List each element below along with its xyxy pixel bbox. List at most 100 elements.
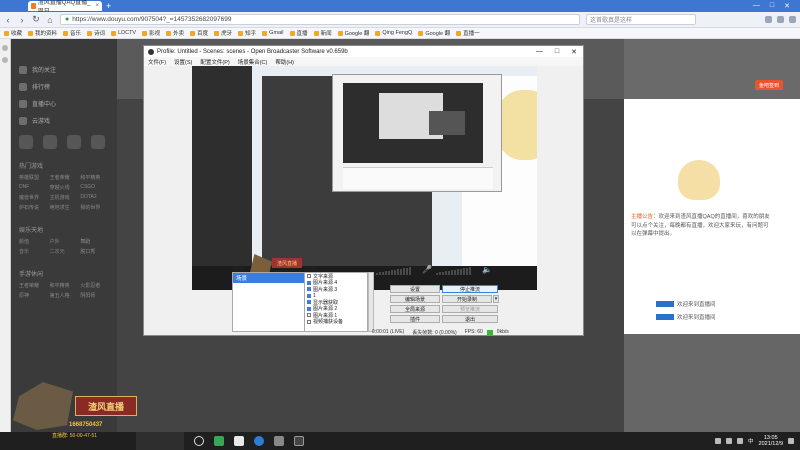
obs-preview[interactable]: 渣风直播 bbox=[192, 66, 537, 290]
search-input[interactable]: 这首歌真是这样 bbox=[586, 14, 696, 25]
obs-minimize-icon[interactable]: — bbox=[536, 48, 543, 56]
source-checkbox[interactable] bbox=[307, 293, 311, 298]
rail-star-icon[interactable] bbox=[2, 45, 8, 51]
obs-close-icon[interactable]: ✕ bbox=[571, 48, 577, 56]
category-link[interactable]: 魔兽世界 bbox=[19, 194, 48, 201]
ime-indicator[interactable]: 中 bbox=[748, 437, 754, 445]
bookmark-item[interactable]: LDCTV bbox=[111, 30, 136, 36]
sidebar-item-rank[interactable]: 排行榜 bbox=[11, 78, 117, 95]
obs-menu-item[interactable]: 配置文件(P) bbox=[200, 58, 229, 66]
category-link[interactable]: 绝地求生 bbox=[50, 204, 79, 211]
obs-menu-item[interactable]: 设置(S) bbox=[174, 58, 192, 66]
desktop-volume-bars[interactable] bbox=[436, 267, 471, 275]
bookmark-item[interactable]: 诗词 bbox=[87, 29, 105, 37]
taskbar-search[interactable] bbox=[136, 432, 184, 450]
address-bar[interactable]: ● https://www.douyu.com/907504?_=1457352… bbox=[60, 14, 580, 25]
sources-list[interactable]: 文字来源 图片来源 4 图片来源 3 1 显示器获取 图片来源 2 图片来源 1 视频捕获设备 bbox=[304, 272, 368, 332]
category-link[interactable]: 舞蹈 bbox=[80, 238, 109, 245]
category-link[interactable]: 阴阳师 bbox=[80, 292, 109, 299]
notification-icon[interactable] bbox=[788, 438, 794, 444]
bookmark-item[interactable]: 直播一 bbox=[456, 29, 480, 37]
category-link[interactable]: 第五人格 bbox=[50, 292, 79, 299]
panel-link-1[interactable]: 欢迎来到直播间 bbox=[656, 300, 716, 308]
video-icon[interactable] bbox=[67, 135, 81, 149]
sidebar-item-center[interactable]: 直播中心 bbox=[11, 95, 117, 112]
category-icon[interactable] bbox=[19, 135, 33, 149]
browser-tab[interactable]: 渣风直播QAQ直播_周日... × bbox=[28, 0, 102, 15]
menu-icon[interactable] bbox=[789, 16, 796, 23]
category-link[interactable]: 王者荣耀 bbox=[19, 282, 48, 289]
fish-icon[interactable] bbox=[91, 135, 105, 149]
bookmark-item[interactable]: 虎牙 bbox=[214, 29, 232, 37]
new-tab-button[interactable]: + bbox=[106, 1, 111, 11]
game-icon[interactable] bbox=[43, 135, 57, 149]
category-link[interactable]: 穿越火线 bbox=[50, 184, 79, 191]
close-icon[interactable]: ✕ bbox=[784, 2, 790, 10]
category-link[interactable]: 火影忍者 bbox=[80, 282, 109, 289]
sidebar-item-cloud[interactable]: 云游戏 bbox=[11, 112, 117, 129]
bookmark-item[interactable]: 外卖 bbox=[166, 29, 184, 37]
sources-scrollbar[interactable] bbox=[368, 272, 374, 332]
bookmark-item[interactable]: 音乐 bbox=[63, 29, 81, 37]
category-link[interactable]: 主机游戏 bbox=[50, 194, 79, 201]
tray-icon[interactable] bbox=[715, 438, 722, 444]
bookmark-item[interactable]: 收藏 bbox=[4, 29, 22, 37]
bookmark-item[interactable]: Google 翻 bbox=[418, 29, 450, 37]
bookmark-item[interactable]: 百度 bbox=[190, 29, 208, 37]
exit-button[interactable]: 退出 bbox=[442, 315, 498, 323]
explorer-icon[interactable] bbox=[234, 436, 244, 446]
record-dropdown-icon[interactable]: ▾ bbox=[493, 295, 499, 303]
plugins-button[interactable]: 插件 bbox=[390, 315, 440, 323]
stop-stream-button[interactable]: 停止推流 bbox=[442, 285, 498, 293]
bookmark-item[interactable]: 知乎 bbox=[238, 29, 256, 37]
category-link[interactable]: 脱口秀 bbox=[80, 248, 109, 255]
source-checkbox[interactable] bbox=[307, 300, 311, 305]
download-icon[interactable] bbox=[777, 16, 784, 23]
maximize-icon[interactable]: □ bbox=[770, 2, 774, 10]
category-link[interactable]: 二次元 bbox=[50, 248, 79, 255]
microphone-icon[interactable]: 🎤 bbox=[422, 265, 432, 274]
bookmark-item[interactable]: 影视 bbox=[142, 29, 160, 37]
network-icon[interactable] bbox=[726, 438, 733, 444]
bookmark-item[interactable]: 我的资料 bbox=[28, 29, 57, 37]
category-link[interactable]: 英雄联盟 bbox=[19, 174, 48, 181]
bookmark-item[interactable]: Gmail bbox=[262, 30, 284, 36]
obs-menu-item[interactable]: 文件(F) bbox=[148, 58, 166, 66]
obs-menu-item[interactable]: 帮助(H) bbox=[275, 58, 294, 66]
category-link[interactable]: DNF bbox=[19, 184, 48, 191]
category-link[interactable]: 和平精英 bbox=[80, 174, 109, 181]
source-item[interactable]: 视频捕获设备 bbox=[305, 319, 367, 325]
browser-taskbar-icon[interactable] bbox=[254, 436, 264, 446]
category-link[interactable]: 原神 bbox=[19, 292, 48, 299]
rail-history-icon[interactable] bbox=[2, 57, 8, 63]
bookmark-item[interactable]: Qing FengQ bbox=[375, 30, 412, 36]
start-record-button[interactable]: 开始录制 bbox=[442, 295, 492, 303]
scene-item-selected[interactable]: 场景 bbox=[233, 273, 305, 283]
bookmark-item[interactable]: Google 翻 bbox=[337, 29, 369, 37]
forward-icon[interactable]: › bbox=[18, 15, 26, 25]
checkin-button[interactable]: 鱼吧签到 bbox=[755, 80, 783, 90]
clock[interactable]: 13:05 2021/12/9 bbox=[759, 435, 783, 447]
preview-stream-button[interactable]: 预览推流 bbox=[442, 305, 498, 313]
edit-scene-button[interactable]: 编辑场景 bbox=[390, 295, 440, 303]
global-sources-button[interactable]: 全局来源 bbox=[390, 305, 440, 313]
obs-menu-item[interactable]: 场景集合(C) bbox=[238, 58, 268, 66]
bookmark-item[interactable]: 新闻 bbox=[313, 29, 332, 37]
refresh-icon[interactable]: ↻ bbox=[32, 14, 40, 25]
minimize-icon[interactable]: — bbox=[753, 2, 760, 10]
category-link[interactable]: 户外 bbox=[50, 238, 79, 245]
category-link[interactable]: CSGO bbox=[80, 184, 109, 191]
obs-taskbar-icon[interactable] bbox=[294, 436, 304, 446]
speaker-icon[interactable]: 🔈 bbox=[482, 265, 492, 274]
source-checkbox[interactable] bbox=[307, 287, 311, 292]
category-link[interactable]: 我的世界 bbox=[80, 204, 109, 211]
source-checkbox[interactable] bbox=[307, 274, 311, 279]
taskview-icon[interactable] bbox=[194, 436, 204, 446]
obs-maximize-icon[interactable]: □ bbox=[555, 48, 559, 56]
source-checkbox[interactable] bbox=[307, 306, 311, 311]
category-link[interactable]: DOTA2 bbox=[80, 194, 109, 201]
settings-button[interactable]: 设置 bbox=[390, 285, 440, 293]
extension-icon[interactable] bbox=[765, 16, 772, 23]
back-icon[interactable]: ‹ bbox=[4, 15, 12, 25]
category-link[interactable]: 颜值 bbox=[19, 238, 48, 245]
